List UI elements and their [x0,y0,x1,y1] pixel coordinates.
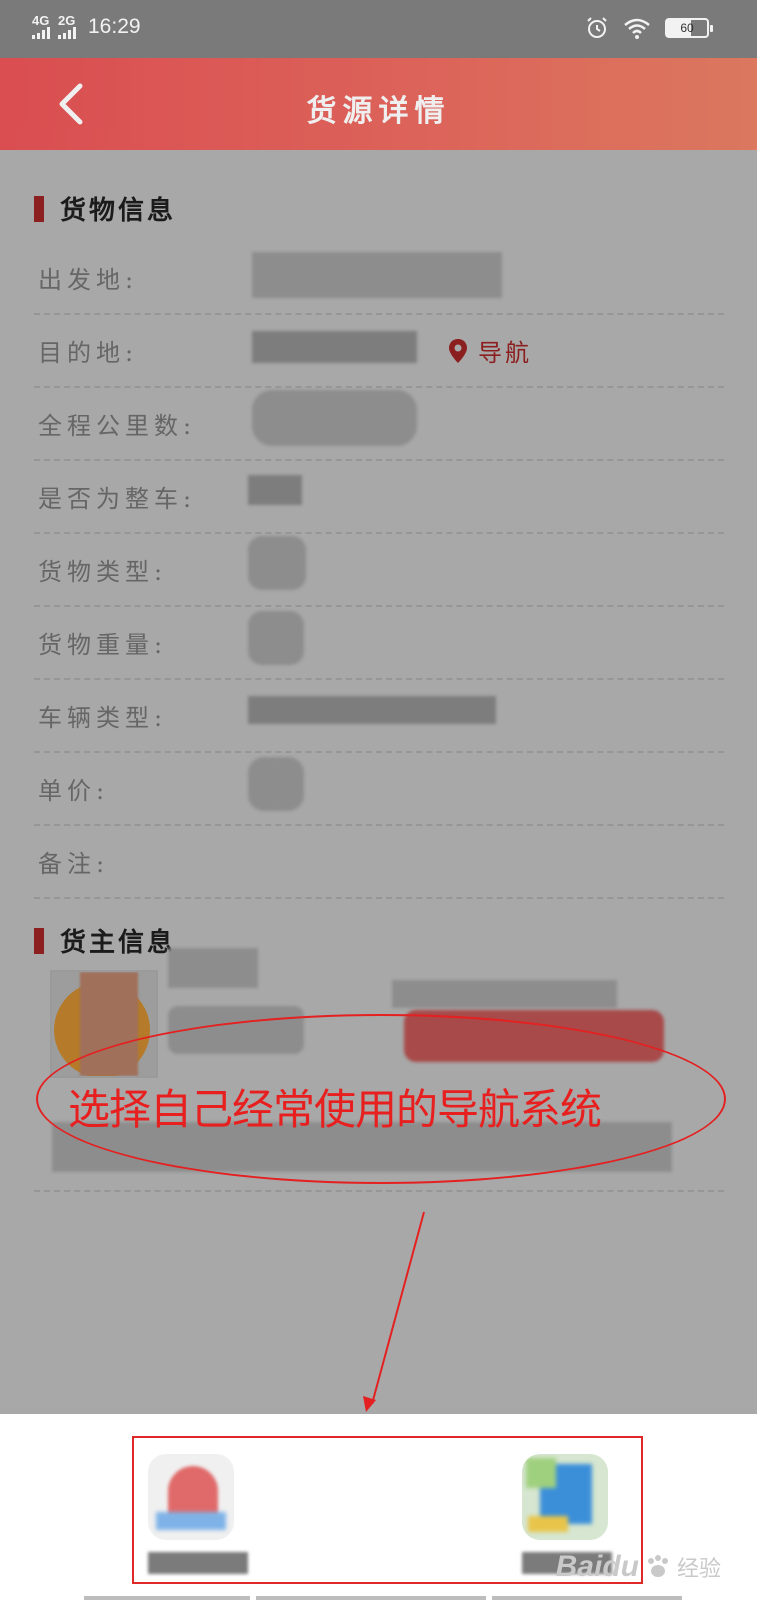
row-label: 出发地: [38,266,139,294]
section-marker [34,195,44,222]
annotation-text: 选择自己经常使用的导航系统 [68,1085,602,1134]
info-row-full-truck: 是否为整车: [34,459,724,534]
redacted-value [252,252,502,298]
navigate-button[interactable]: 导航 [448,333,532,368]
map-app-option-1[interactable] [148,1454,248,1574]
row-label: 货物重量: [38,631,168,659]
owner-section-title: 货主信息 [34,922,176,959]
header-bar: 货源详情 [0,58,757,150]
row-label: 目的地: [38,339,139,367]
signal-4g-icon: 4G [32,14,50,39]
map-app-icon [148,1454,234,1540]
redacted-app-name [148,1552,248,1574]
row-label: 车辆类型: [38,704,168,732]
info-row-distance: 全程公里数: [34,386,724,461]
watermark: Baidu 经验 [556,1550,721,1584]
section-marker [34,927,44,954]
cargo-section-label: 货物信息 [60,196,177,226]
redacted-value [248,757,304,811]
info-row-origin: 出发地: [34,240,724,315]
navigate-label: 导航 [478,339,532,367]
watermark-sub: 经验 [676,1556,721,1581]
info-row-vehicle-type: 车辆类型: [34,678,724,753]
row-label: 单价: [38,777,110,805]
redacted-value [252,390,417,446]
cargo-section-title: 货物信息 [34,190,176,227]
network-label-2g: 2G [58,13,76,28]
watermark-brand: Baidu [555,1550,639,1583]
redacted-value [248,696,496,724]
battery-icon: 60 [665,18,713,38]
divider [34,1190,724,1192]
signal-2g-icon: 2G [58,14,76,39]
location-pin-icon [449,338,467,363]
alarm-icon [587,17,607,38]
navigation-app-sheet: Baidu 经验 [0,1414,757,1600]
redacted-value [248,536,306,590]
network-label-4g: 4G [32,13,50,28]
status-bar: 4G 2G 16:29 60 [0,0,757,58]
sheet-tab-strip [84,1596,682,1600]
redacted-owner-name [168,948,258,988]
info-row-unit-price: 单价: [34,751,724,826]
info-row-destination: 目的地: 导航 [34,313,724,388]
info-row-cargo-weight: 货物重量: [34,605,724,680]
clock: 16:29 [88,14,141,38]
row-label: 是否为整车: [38,485,197,513]
paw-icon [647,1555,668,1577]
row-label: 全程公里数: [38,412,197,440]
redacted-value [248,475,302,505]
info-row-cargo-type: 货物类型: [34,532,724,607]
redacted-owner-detail [392,980,617,1008]
wifi-icon [624,18,650,39]
row-label: 货物类型: [38,558,168,586]
row-label: 备注: [38,850,110,878]
page-title: 货源详情 [306,94,451,129]
redacted-value [248,611,304,665]
battery-level: 60 [680,21,694,35]
owner-section-label: 货主信息 [60,928,177,958]
info-row-remarks: 备注: [34,824,724,899]
redacted-value [252,331,417,363]
map-app-icon [522,1454,608,1540]
